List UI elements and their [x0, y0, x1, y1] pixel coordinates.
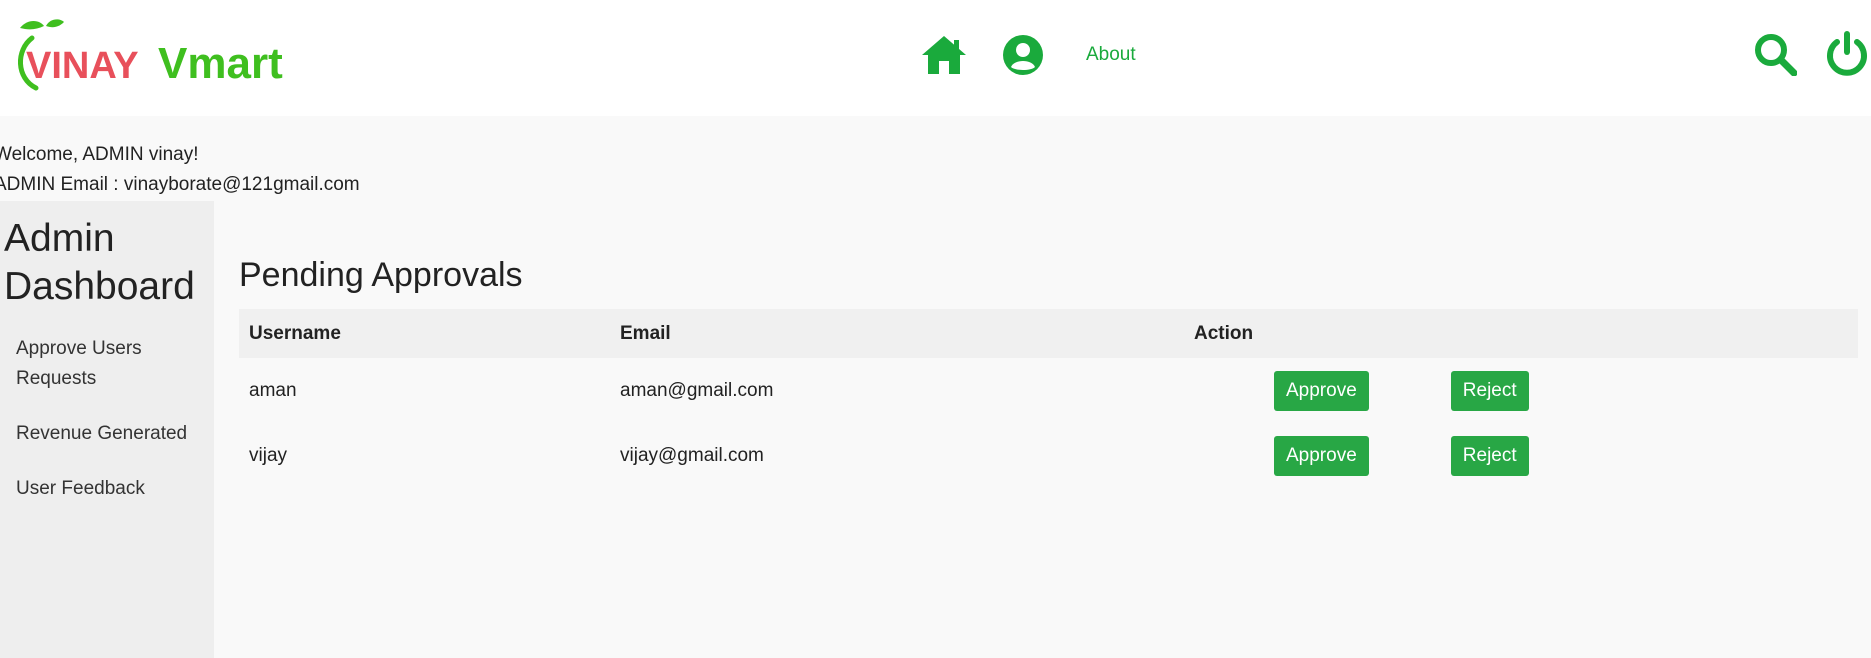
welcome-message: Welcome, ADMIN vinay! — [0, 144, 199, 165]
home-icon[interactable] — [920, 34, 968, 76]
top-navbar: VINAY Vmart About — [0, 0, 1871, 116]
table-header-row: Username Email Action — [239, 309, 1858, 358]
vinay-vmart-logo[interactable]: VINAY Vmart — [10, 16, 300, 96]
sidebar-item-feedback[interactable]: User Feedback — [16, 474, 206, 504]
svg-text:VINAY: VINAY — [26, 45, 139, 87]
sidebar-title: Admin Dashboard — [4, 217, 195, 308]
email-cell: aman@gmail.com — [620, 379, 774, 401]
column-header-username: Username — [239, 309, 610, 358]
approve-button[interactable]: Approve — [1274, 435, 1369, 476]
pending-approvals-table: Username Email Action aman aman@gmail.co… — [239, 309, 1858, 488]
about-link[interactable]: About — [1086, 44, 1136, 66]
table-row: aman aman@gmail.com Approve Reject — [239, 358, 1858, 423]
approve-button[interactable]: Approve — [1274, 370, 1369, 411]
reject-button[interactable]: Reject — [1450, 370, 1529, 411]
sidebar-menu: Approve Users Requests Revenue Generated… — [16, 334, 206, 529]
page-title: Pending Approvals — [239, 256, 523, 294]
column-header-action: Action — [1184, 309, 1858, 358]
username-cell: vijay — [249, 444, 288, 466]
search-icon[interactable] — [1753, 32, 1797, 76]
sidebar-item-approve-users[interactable]: Approve Users Requests — [16, 334, 206, 394]
email-cell: vijay@gmail.com — [620, 444, 764, 466]
svg-text:Vmart: Vmart — [158, 39, 283, 88]
user-circle-icon[interactable] — [1002, 34, 1044, 76]
username-cell: aman — [249, 379, 297, 401]
sidebar: Admin Dashboard Approve Users Requests R… — [0, 201, 214, 658]
action-cell: Approve Reject — [1184, 423, 1858, 488]
action-cell: Approve Reject — [1184, 358, 1858, 423]
reject-button[interactable]: Reject — [1450, 435, 1529, 476]
admin-email-line: ADMIN Email : vinayborate@121gmail.com — [0, 174, 360, 195]
nav-center-group: About — [920, 30, 1136, 80]
column-header-email: Email — [610, 309, 1184, 358]
power-icon[interactable] — [1825, 30, 1869, 76]
table-row: vijay vijay@gmail.com Approve Reject — [239, 423, 1858, 488]
sidebar-item-revenue[interactable]: Revenue Generated — [16, 419, 206, 449]
